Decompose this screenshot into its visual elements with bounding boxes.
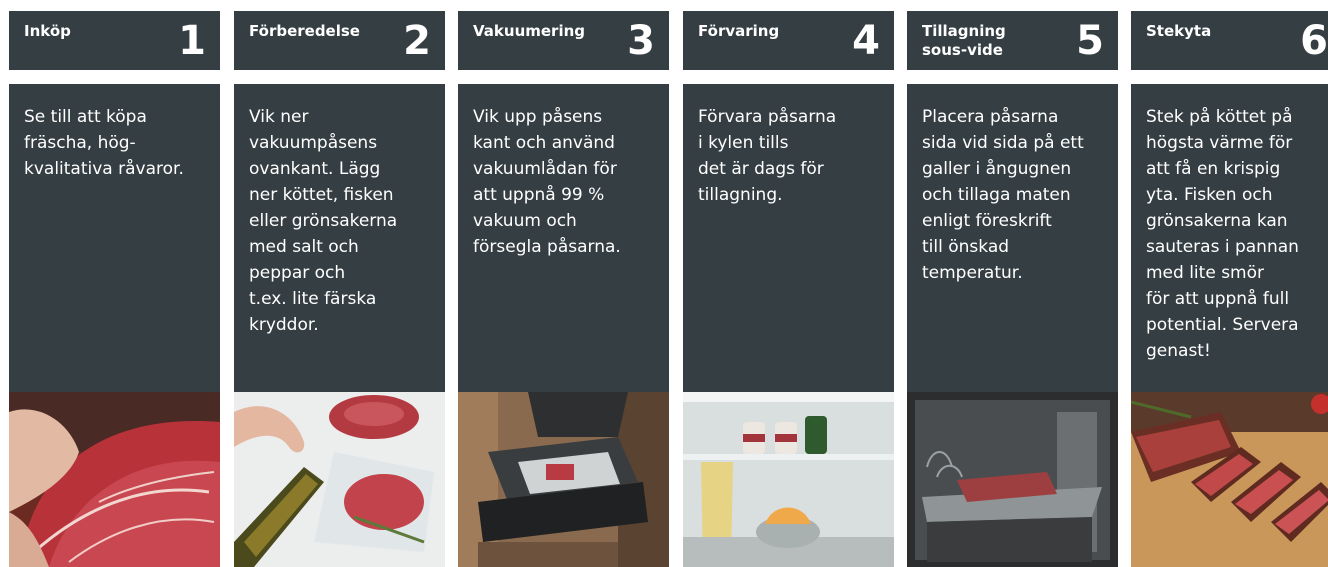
oil-and-bag-image — [234, 392, 445, 567]
step-title: Vakuumering — [473, 22, 586, 40]
step-description-panel: Förvara påsarna i kylen tills det är dag… — [683, 84, 894, 392]
sliced-steak-image — [1131, 392, 1328, 567]
step-title: Stekyta — [1146, 22, 1212, 40]
step-description: Stek på köttet på högsta värme för att f… — [1146, 107, 1299, 361]
step-header: Förvaring 4 — [683, 11, 894, 70]
step-4-card: Förvaring 4 Förvara påsarna i kylen till… — [683, 0, 894, 567]
step-description-panel: Vik ner vakuumpåsens ovankant. Lägg ner … — [234, 84, 445, 392]
step-header: Stekyta 6 — [1131, 11, 1328, 70]
step-description-panel: Stek på köttet på högsta värme för att f… — [1131, 84, 1328, 392]
step-number: 1 — [178, 18, 206, 64]
step-description: Vik upp påsens kant och använd vakuumlåd… — [473, 107, 621, 257]
step-number: 5 — [1076, 18, 1104, 64]
raw-steak-image — [9, 392, 220, 567]
step-description-panel: Placera påsarna sida vid sida på ett gal… — [907, 84, 1118, 392]
step-description-panel: Se till att köpa fräscha, hög- kvalitati… — [9, 84, 220, 392]
step-description-panel: Vik upp påsens kant och använd vakuumlåd… — [458, 84, 669, 392]
step-description: Se till att köpa fräscha, hög- kvalitati… — [24, 107, 184, 179]
step-title: Tillagning sous-vide — [922, 22, 1006, 59]
steam-oven-image — [907, 392, 1118, 567]
vacuum-drawer-image — [458, 392, 669, 567]
step-1-card: Inköp 1 Se till att köpa fräscha, hög- k… — [9, 0, 220, 567]
step-header: Inköp 1 — [9, 11, 220, 70]
step-header: Tillagning sous-vide 5 — [907, 11, 1118, 70]
step-2-card: Förberedelse 2 Vik ner vakuumpåsens ovan… — [234, 0, 445, 567]
step-header: Vakuumering 3 — [458, 11, 669, 70]
step-header: Förberedelse 2 — [234, 11, 445, 70]
step-6-card: Stekyta 6 Stek på köttet på högsta värme… — [1131, 0, 1328, 567]
step-number: 6 — [1300, 18, 1328, 64]
fridge-image — [683, 392, 894, 567]
step-title: Förberedelse — [249, 22, 360, 40]
step-3-card: Vakuumering 3 Vik upp påsens kant och an… — [458, 0, 669, 567]
step-title: Inköp — [24, 22, 71, 40]
step-5-card: Tillagning sous-vide 5 Placera påsarna s… — [907, 0, 1118, 567]
step-description: Placera påsarna sida vid sida på ett gal… — [922, 107, 1084, 283]
step-title: Förvaring — [698, 22, 780, 40]
step-description: Vik ner vakuumpåsens ovankant. Lägg ner … — [249, 107, 398, 335]
step-number: 4 — [852, 18, 880, 64]
step-description: Förvara påsarna i kylen tills det är dag… — [698, 107, 837, 205]
step-number: 2 — [403, 18, 431, 64]
step-number: 3 — [627, 18, 655, 64]
